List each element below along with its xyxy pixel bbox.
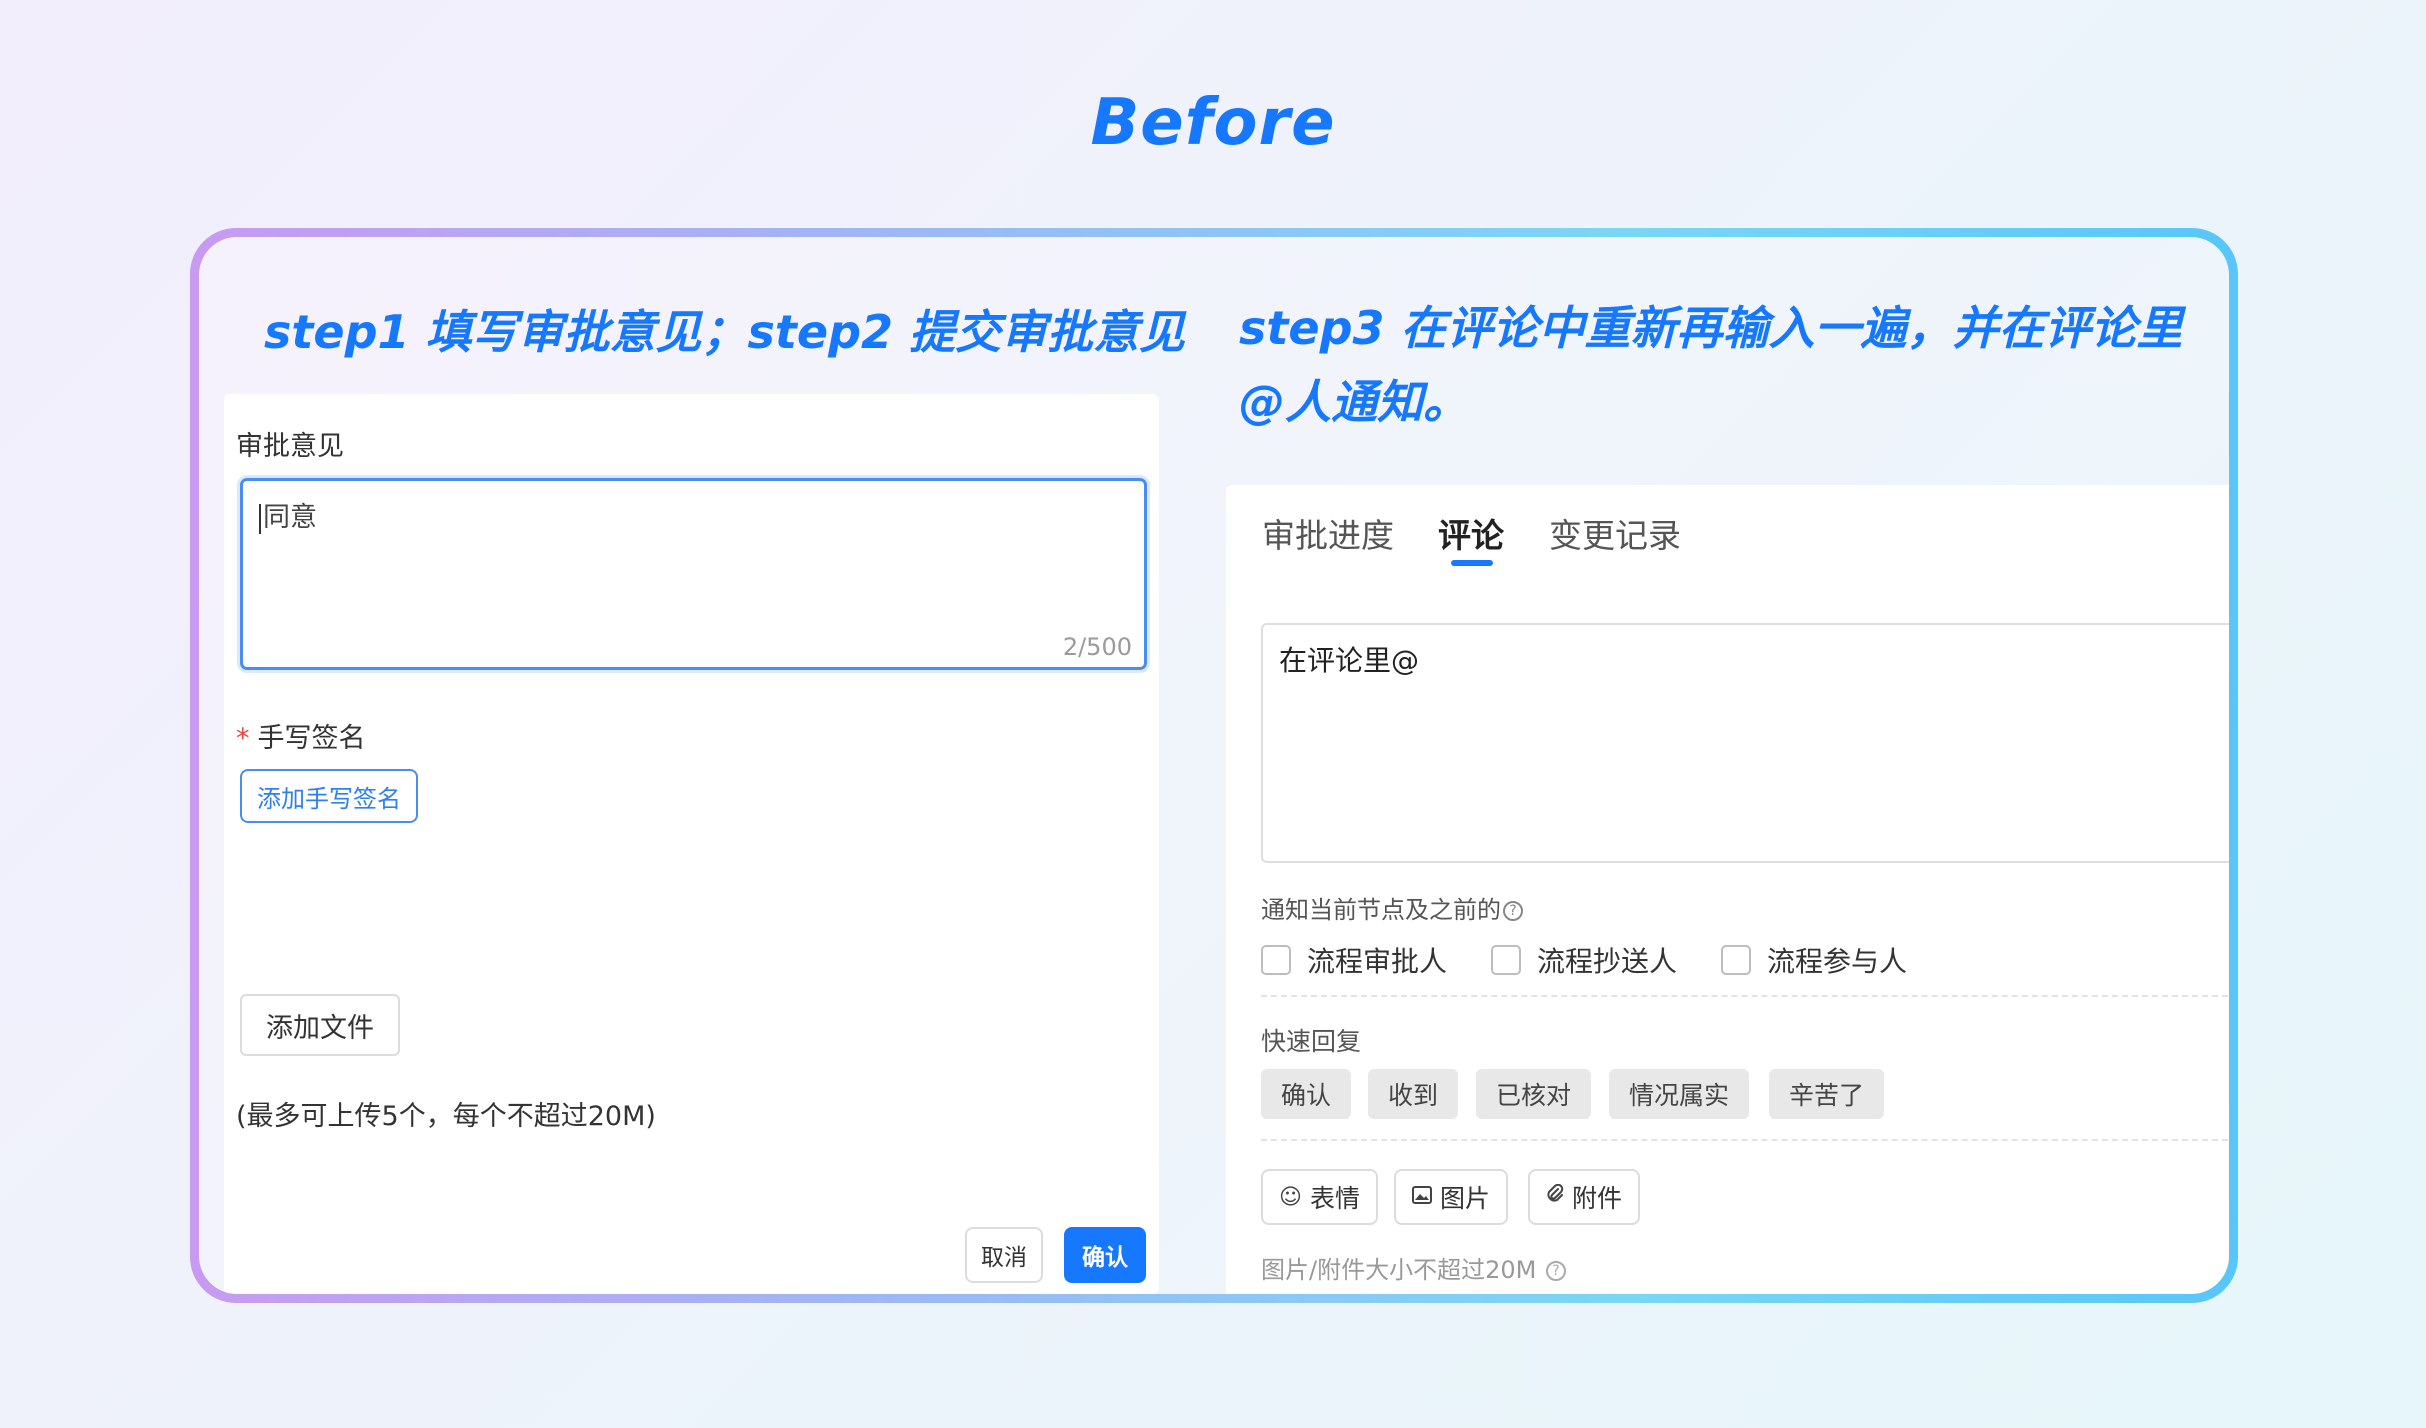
emoji-label: 表情 [1309,1184,1360,1213]
divider [1261,995,2229,997]
confirm-button[interactable]: 确认 [1064,1227,1146,1283]
checkbox-label: 流程审批人 [1307,945,1448,978]
quick-reply-tag[interactable]: 辛苦了 [1769,1069,1885,1119]
approval-opinion-textarea[interactable]: 同意 2/500 [240,478,1147,670]
quick-reply-tag[interactable]: 已核对 [1476,1069,1592,1119]
right-step-title: step3 在评论中重新再输入一遍，并在评论里@人通知。 [1239,301,2183,429]
add-signature-button[interactable]: 添加手写签名 [240,769,418,823]
comment-panel: 审批进度 评论 变更记录 在评论里@ 通知当前节点及之前的? 流程审批人 流程抄… [1226,485,2229,1294]
tab-approval-progress[interactable]: 审批进度 [1262,509,1394,557]
page-heading: Before [1090,86,1336,160]
checkbox-box[interactable] [1261,945,1291,975]
required-mark: * [236,723,250,754]
quick-reply-tag[interactable]: 情况属实 [1609,1069,1750,1119]
add-file-button[interactable]: 添加文件 [240,994,400,1056]
text-cursor [259,503,261,534]
checkbox-cc[interactable]: 流程抄送人 [1491,940,1677,980]
size-note-text: 图片/附件大小不超过20M [1261,1256,1537,1284]
left-step-title: step1 填写审批意见；step2 提交审批意见 [264,305,1186,359]
signature-label-text: 手写签名 [257,723,366,754]
char-counter: 2/500 [1062,633,1132,661]
tab-comments[interactable]: 评论 [1438,509,1504,557]
size-note: 图片/附件大小不超过20M ? [1261,1250,1566,1285]
attachment-button[interactable]: 附件 [1528,1169,1641,1225]
cancel-button[interactable]: 取消 [965,1227,1043,1283]
comment-input[interactable]: 在评论里@ [1261,623,2229,863]
help-icon[interactable]: ? [1503,901,1523,921]
tab-change-log[interactable]: 变更记录 [1549,509,1681,557]
checkbox-box[interactable] [1491,945,1521,975]
emoji-button[interactable]: ☺ 表情 [1261,1169,1378,1225]
emoji-icon: ☺ [1279,1184,1302,1210]
active-tab-indicator [1451,560,1493,566]
approval-opinion-value: 同意 [263,502,317,533]
notify-label: 通知当前节点及之前的? [1261,890,1523,925]
checkbox-approvers[interactable]: 流程审批人 [1261,940,1447,980]
signature-label: * 手写签名 [236,716,366,755]
quick-reply-tag[interactable]: 收到 [1368,1069,1459,1119]
notify-label-text: 通知当前节点及之前的 [1261,896,1501,924]
divider [1261,1139,2229,1141]
checkbox-label: 流程参与人 [1767,945,1908,978]
approval-opinion-label: 审批意见 [236,431,344,462]
image-label: 图片 [1440,1184,1491,1213]
approval-form-panel: 审批意见 同意 2/500 * 手写签名 添加手写签名 添加文件 (最多可上传5个… [224,394,1159,1294]
quick-reply-tag[interactable]: 确认 [1261,1069,1352,1119]
attachment-icon [1546,1183,1564,1210]
comparison-frame: step1 填写审批意见；step2 提交审批意见 step3 在评论中重新再输… [190,228,2238,1303]
quick-reply-label: 快速回复 [1261,1027,1362,1056]
frame-content: step1 填写审批意见；step2 提交审批意见 step3 在评论中重新再输… [199,237,2229,1294]
help-icon[interactable]: ? [1545,1261,1566,1281]
upload-note: (最多可上传5个，每个不超过20M) [236,1101,656,1132]
checkbox-label: 流程抄送人 [1537,945,1678,978]
checkbox-box[interactable] [1721,945,1751,975]
checkbox-participants[interactable]: 流程参与人 [1721,940,1907,980]
image-icon [1412,1185,1432,1210]
attachment-label: 附件 [1572,1184,1623,1213]
image-button[interactable]: 图片 [1394,1169,1509,1225]
